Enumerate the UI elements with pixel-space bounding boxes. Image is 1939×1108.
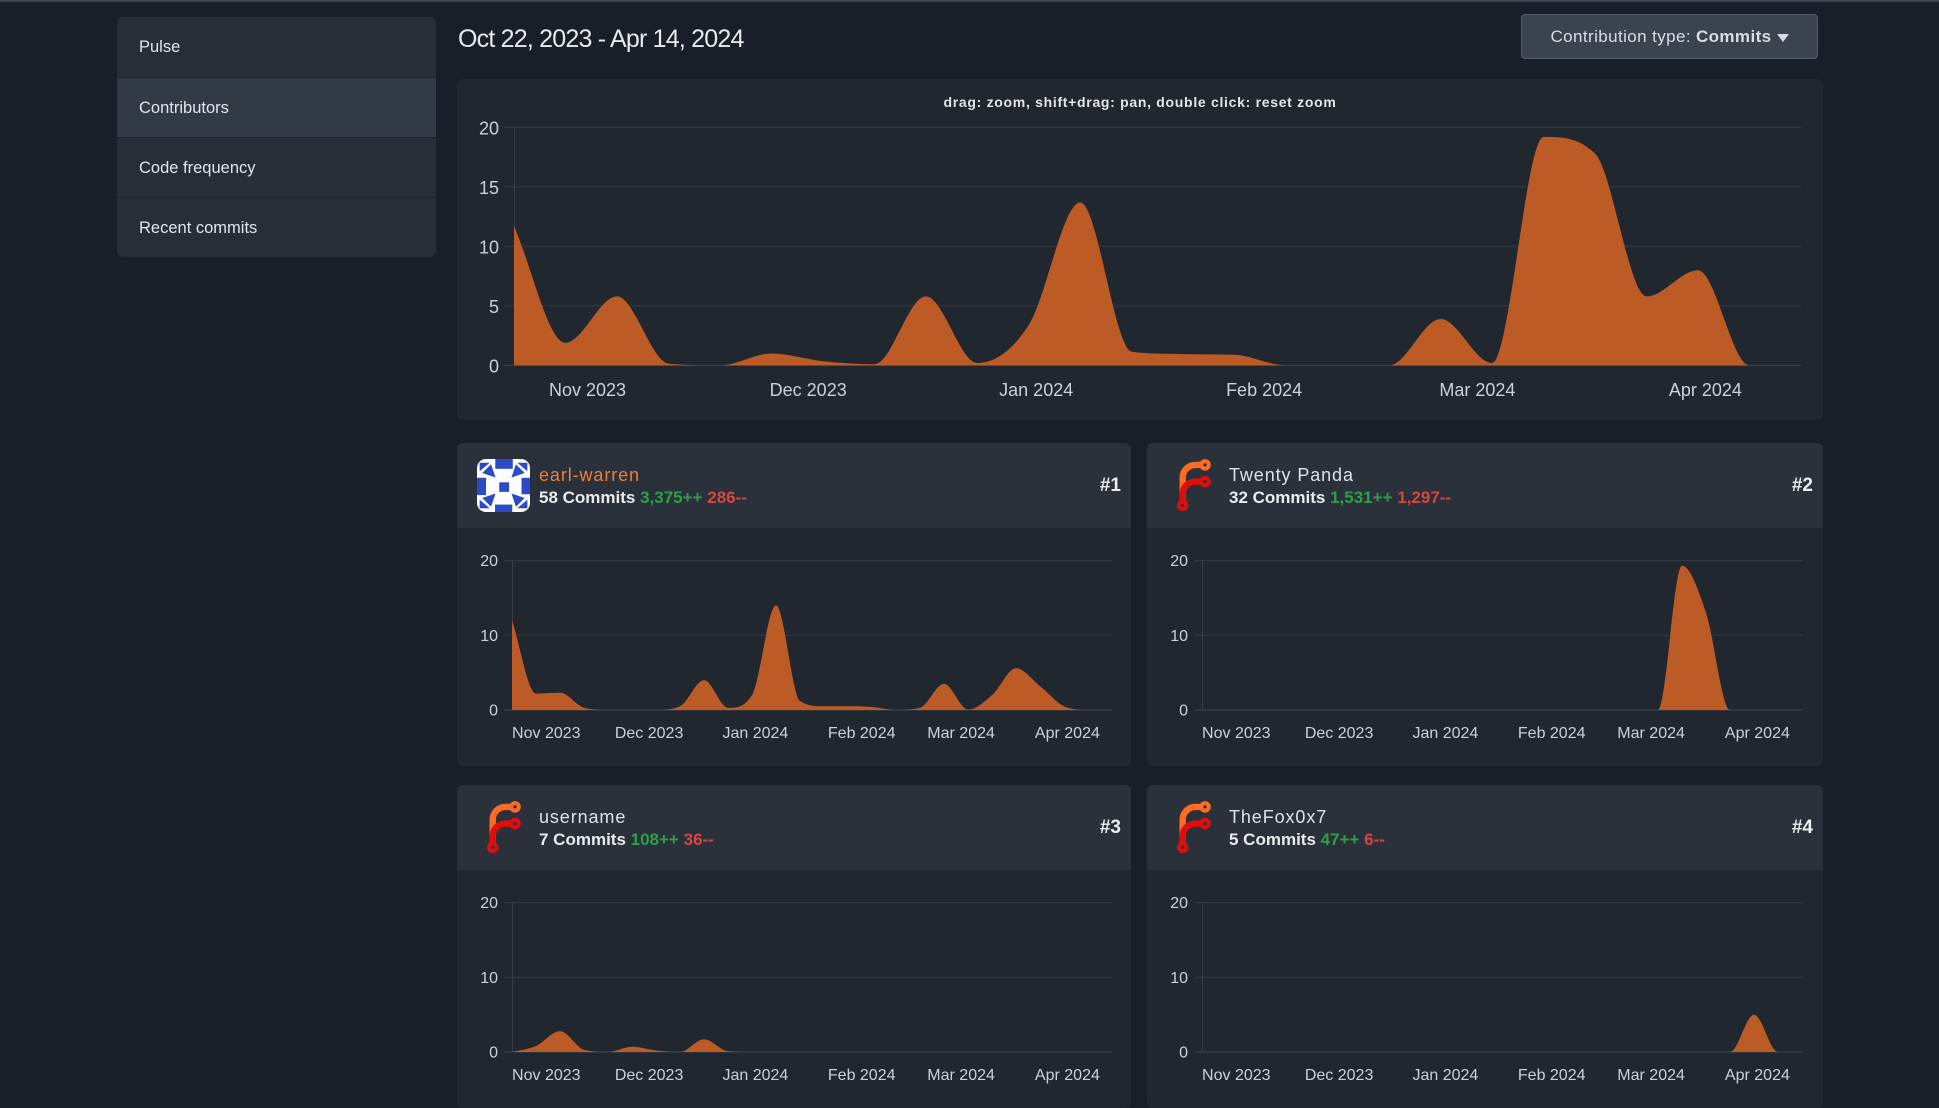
svg-text:Jan 2024: Jan 2024 bbox=[722, 725, 788, 742]
svg-text:10: 10 bbox=[1170, 628, 1188, 645]
svg-text:0: 0 bbox=[489, 703, 498, 720]
svg-text:0: 0 bbox=[489, 356, 499, 376]
svg-text:20: 20 bbox=[480, 895, 498, 912]
svg-text:Nov 2023: Nov 2023 bbox=[549, 380, 626, 400]
svg-text:20: 20 bbox=[1170, 553, 1188, 570]
svg-text:Nov 2023: Nov 2023 bbox=[1202, 1067, 1271, 1084]
svg-text:10: 10 bbox=[1170, 970, 1188, 987]
svg-text:Nov 2023: Nov 2023 bbox=[1202, 725, 1271, 742]
svg-text:Dec 2023: Dec 2023 bbox=[770, 380, 847, 400]
svg-text:Apr 2024: Apr 2024 bbox=[1725, 1067, 1790, 1084]
svg-text:Feb 2024: Feb 2024 bbox=[828, 1067, 896, 1084]
svg-text:10: 10 bbox=[480, 628, 498, 645]
svg-text:Apr 2024: Apr 2024 bbox=[1035, 725, 1100, 742]
svg-text:10: 10 bbox=[480, 970, 498, 987]
svg-text:Mar 2024: Mar 2024 bbox=[1439, 380, 1515, 400]
svg-text:Feb 2024: Feb 2024 bbox=[828, 725, 896, 742]
svg-text:Apr 2024: Apr 2024 bbox=[1669, 380, 1742, 400]
svg-text:5: 5 bbox=[489, 297, 499, 317]
svg-text:Nov 2023: Nov 2023 bbox=[512, 725, 581, 742]
svg-text:Mar 2024: Mar 2024 bbox=[927, 725, 995, 742]
svg-text:15: 15 bbox=[479, 178, 499, 198]
svg-text:Feb 2024: Feb 2024 bbox=[1518, 725, 1586, 742]
svg-text:20: 20 bbox=[479, 118, 499, 138]
svg-text:Feb 2024: Feb 2024 bbox=[1518, 1067, 1586, 1084]
svg-text:20: 20 bbox=[1170, 895, 1188, 912]
svg-text:Dec 2023: Dec 2023 bbox=[615, 725, 684, 742]
svg-text:Jan 2024: Jan 2024 bbox=[722, 1067, 788, 1084]
svg-text:Jan 2024: Jan 2024 bbox=[1412, 1067, 1478, 1084]
svg-text:Dec 2023: Dec 2023 bbox=[615, 1067, 684, 1084]
svg-text:Mar 2024: Mar 2024 bbox=[1617, 1067, 1685, 1084]
svg-text:Jan 2024: Jan 2024 bbox=[1412, 725, 1478, 742]
svg-text:Feb 2024: Feb 2024 bbox=[1226, 380, 1302, 400]
svg-text:Apr 2024: Apr 2024 bbox=[1725, 725, 1790, 742]
svg-text:Mar 2024: Mar 2024 bbox=[927, 1067, 995, 1084]
svg-text:Dec 2023: Dec 2023 bbox=[1305, 1067, 1374, 1084]
svg-text:Apr 2024: Apr 2024 bbox=[1035, 1067, 1100, 1084]
svg-text:0: 0 bbox=[1179, 1045, 1188, 1062]
svg-text:10: 10 bbox=[479, 237, 499, 257]
svg-text:Dec 2023: Dec 2023 bbox=[1305, 725, 1374, 742]
svg-text:0: 0 bbox=[489, 1045, 498, 1062]
svg-text:Nov 2023: Nov 2023 bbox=[512, 1067, 581, 1084]
svg-text:0: 0 bbox=[1179, 703, 1188, 720]
svg-text:20: 20 bbox=[480, 553, 498, 570]
svg-text:Mar 2024: Mar 2024 bbox=[1617, 725, 1685, 742]
svg-text:Jan 2024: Jan 2024 bbox=[999, 380, 1073, 400]
